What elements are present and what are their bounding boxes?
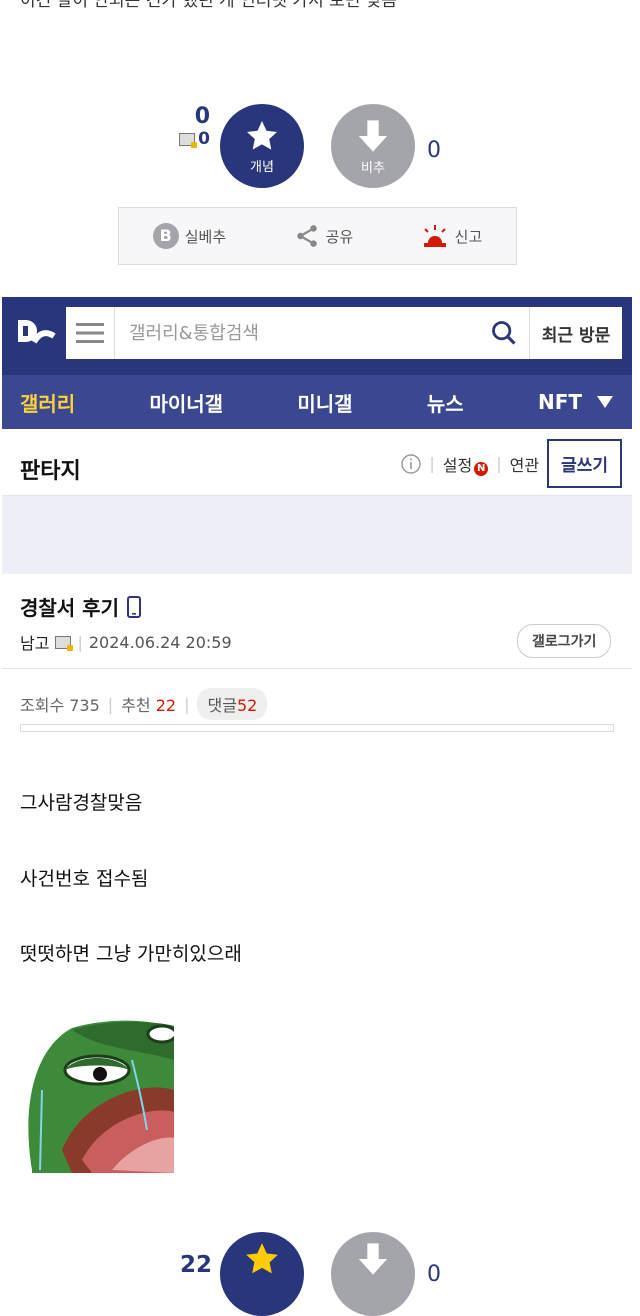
nav-item-minor-gallery[interactable]: 마이너갤 xyxy=(149,388,223,417)
up-count: 0 xyxy=(194,104,210,129)
siren-icon xyxy=(423,225,446,247)
divider: | xyxy=(107,694,114,714)
divider: | xyxy=(77,632,83,652)
cut-off-body-text: 이건 말이 안되는 건가 했던 게 인터넷 가서 보면 맞음 xyxy=(20,0,398,11)
nav-item-nft[interactable]: NFT xyxy=(538,390,614,414)
related-button[interactable]: 연관 xyxy=(510,452,539,476)
ad-banner xyxy=(2,496,632,574)
down-count-bottom: 0 xyxy=(427,1262,441,1287)
body-line: 사건번호 접수됨 xyxy=(20,868,149,890)
gallery-tools: | 설정 N | 연관 글쓰기 xyxy=(401,439,622,488)
post-meta: 남고 | 2024.06.24 20:59 xyxy=(20,630,232,654)
arrow-down-icon xyxy=(358,119,388,152)
up-fix-count: 0 xyxy=(170,129,210,149)
settings-button[interactable]: 설정 N xyxy=(443,452,489,476)
author-name[interactable]: 남고 xyxy=(20,630,49,654)
content-top-bar xyxy=(20,724,614,732)
divider: | xyxy=(429,454,435,473)
body-line: 떳떳하면 그냥 가만히있으래 xyxy=(20,943,242,965)
post-stats: 조회수 735 | 추천 22 | 댓글52 xyxy=(20,688,268,720)
nav-item-news[interactable]: 뉴스 xyxy=(427,388,464,417)
write-button[interactable]: 글쓰기 xyxy=(547,439,622,488)
gallery-title[interactable]: 판타지 xyxy=(20,453,81,485)
nav-item-mini-gallery[interactable]: 미니갤 xyxy=(297,388,352,417)
star-icon xyxy=(246,1243,278,1274)
search-bar: 최근 방문 xyxy=(66,307,622,359)
body-line: 그사람경찰맞음 xyxy=(20,792,143,814)
divider: | xyxy=(496,454,502,473)
downvote-button[interactable]: 비추 xyxy=(331,104,415,188)
post-action-bar: B 실베추 공유 신고 xyxy=(118,207,517,265)
up-count-bottom: 22 xyxy=(180,1252,213,1278)
search-icon xyxy=(492,321,516,345)
divider xyxy=(2,668,632,669)
site-header: 최근 방문 xyxy=(2,297,632,375)
dc-logo-icon xyxy=(18,320,56,344)
search-input[interactable] xyxy=(115,321,479,345)
post-date: 2024.06.24 20:59 xyxy=(88,632,232,652)
down-count: 0 xyxy=(427,138,441,163)
share-icon xyxy=(296,225,317,247)
main-nav: 갤러리 마이너갤 미니갤 뉴스 NFT xyxy=(2,375,632,429)
downvote-button-bottom[interactable] xyxy=(331,1232,415,1316)
post-title: 경찰서 후기 xyxy=(20,592,141,621)
share-button[interactable]: 공유 xyxy=(294,223,353,249)
arrow-down-icon xyxy=(358,1243,388,1275)
recommend-button[interactable]: 개념 xyxy=(220,104,304,188)
post-image-pepe[interactable] xyxy=(22,1020,174,1173)
nav-item-gallery[interactable]: 갤러리 xyxy=(20,388,75,417)
menu-button[interactable] xyxy=(66,307,115,359)
chevron-down-icon xyxy=(597,396,613,408)
view-count: 조회수 735 xyxy=(20,696,100,715)
recommend-stat: 추천 22 xyxy=(121,696,177,715)
b-badge-icon: B xyxy=(152,223,179,249)
fixed-user-icon xyxy=(179,132,198,148)
info-icon[interactable] xyxy=(401,453,422,474)
gallery-bar: 판타지 | 설정 N | 연관 글쓰기 xyxy=(2,429,632,496)
hamburger-icon xyxy=(76,323,104,343)
mobile-icon xyxy=(126,595,141,618)
dc-logo[interactable] xyxy=(12,312,58,358)
recent-visit-button[interactable]: 최근 방문 xyxy=(529,307,622,359)
gallog-button[interactable]: 갤로그가기 xyxy=(517,624,612,658)
comment-button[interactable]: 댓글52 xyxy=(197,688,268,720)
search-button[interactable] xyxy=(479,319,529,347)
divider: | xyxy=(184,694,190,714)
vote-up-counts: 0 0 xyxy=(170,104,210,149)
report-button[interactable]: 신고 xyxy=(421,223,482,249)
recommend-button-bottom[interactable] xyxy=(220,1232,304,1316)
fixed-user-icon xyxy=(55,635,74,651)
best-recommend-button[interactable]: B 실베추 xyxy=(152,223,226,249)
new-badge: N xyxy=(474,461,489,476)
star-icon xyxy=(247,120,277,150)
